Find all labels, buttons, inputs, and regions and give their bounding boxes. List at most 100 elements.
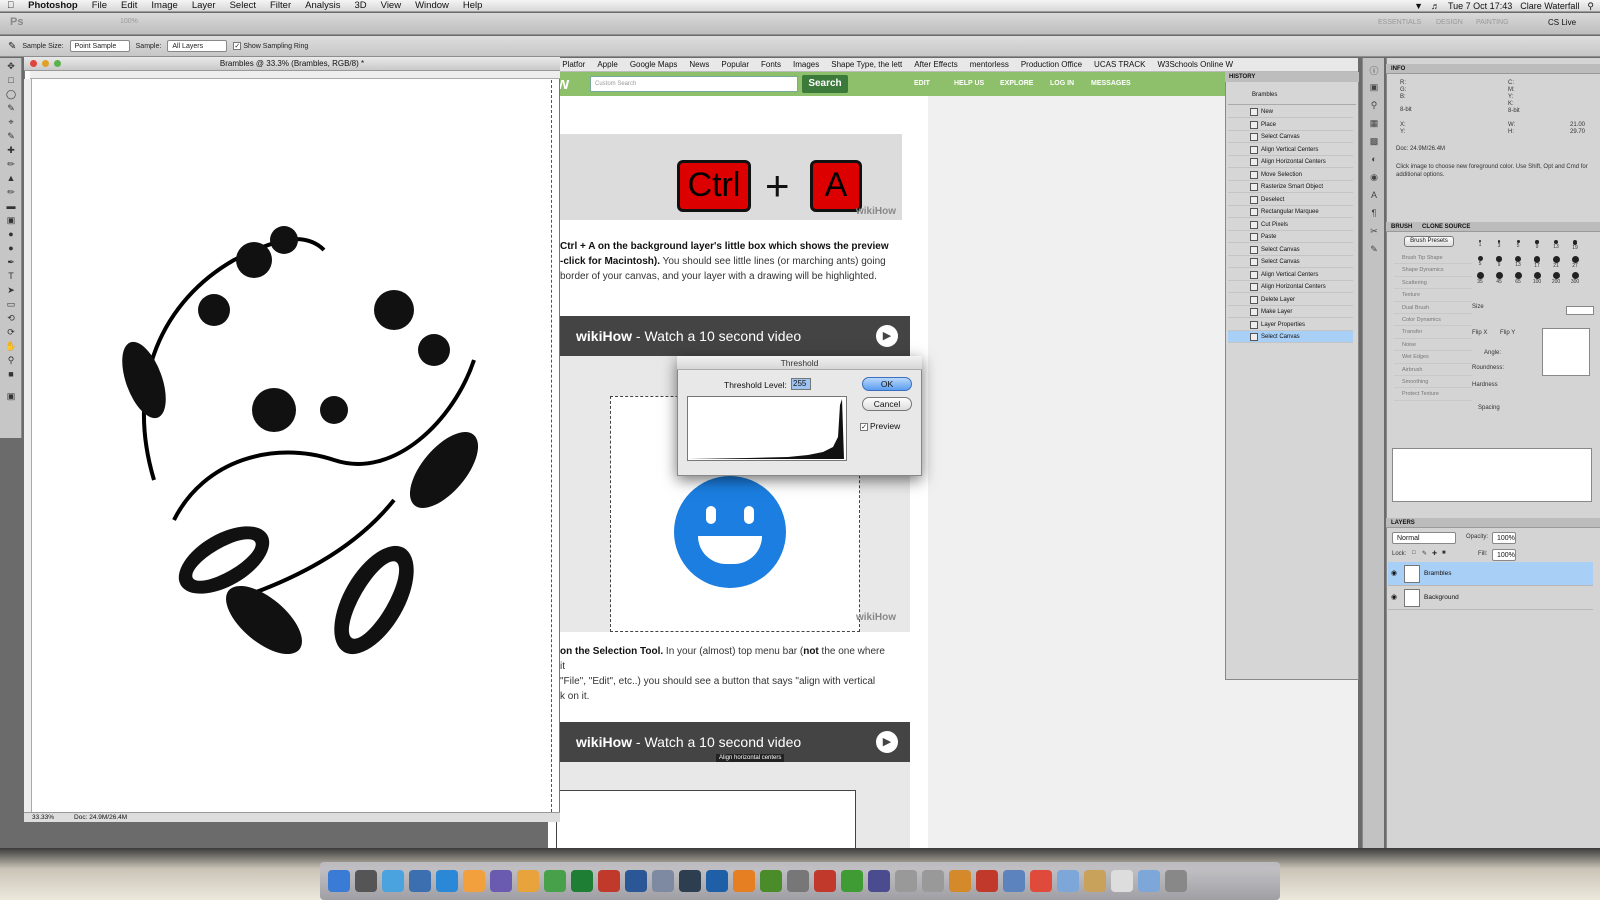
type-tool-icon[interactable]: T: [4, 270, 18, 282]
brush-option-item[interactable]: Protect Texture: [1394, 388, 1472, 401]
bookmark-after-effects[interactable]: After Effects: [914, 60, 957, 69]
doc-size-readout[interactable]: Doc: 24.9M/26.4M: [74, 813, 127, 822]
blend-mode-select[interactable]: Normal: [1392, 532, 1456, 544]
brush-tip-swatch[interactable]: 3: [1491, 240, 1507, 255]
dock-icon-trash[interactable]: Trash: [1165, 870, 1187, 892]
threshold-level-input[interactable]: 255: [791, 378, 811, 390]
nav-edit[interactable]: EDIT: [914, 80, 930, 87]
paragraph-panel-icon[interactable]: ¶: [1367, 208, 1381, 220]
dock-icon-sparkle[interactable]: Sparkle: [463, 870, 485, 892]
dock-icon-dreamweaver[interactable]: Dreamweaver: [760, 870, 782, 892]
brush-size-input[interactable]: [1566, 306, 1594, 315]
layer-row-brambles[interactable]: ◉ Brambles: [1388, 562, 1593, 586]
brush-tip-swatch[interactable]: 200: [1548, 272, 1564, 287]
bookmark-production-office[interactable]: Production Office: [1021, 60, 1082, 69]
masks-panel-icon[interactable]: ◉: [1367, 172, 1381, 184]
dock-icon-imovie[interactable]: iMovie: [490, 870, 512, 892]
history-item[interactable]: Layer Properties: [1228, 319, 1353, 331]
history-item[interactable]: Make Layer: [1228, 306, 1353, 318]
layer-row-background[interactable]: ◉ Background: [1388, 586, 1593, 610]
brush-presets-button[interactable]: Brush Presets: [1404, 236, 1454, 247]
brush-option-item[interactable]: Airbrush: [1394, 364, 1472, 376]
spotlight-icon[interactable]: ⚲: [1587, 1, 1594, 12]
brush-option-item[interactable]: Brush Tip Shape: [1394, 252, 1472, 265]
visibility-eye-icon[interactable]: ◉: [1391, 562, 1397, 586]
path-select-tool-icon[interactable]: ➤: [4, 284, 18, 296]
menu-layer[interactable]: Layer: [185, 0, 223, 11]
brush-tip-swatch[interactable]: 27: [1567, 256, 1583, 271]
brush-tip-swatch[interactable]: 9: [1491, 256, 1507, 271]
histogram-panel-icon[interactable]: ▣: [1367, 82, 1381, 94]
history-item[interactable]: Select Canvas: [1228, 131, 1353, 143]
bookmark-shape-type[interactable]: Shape Type, the lett: [831, 60, 902, 69]
cs-live-button[interactable]: CS Live: [1548, 18, 1576, 27]
threshold-dialog-title[interactable]: Threshold: [677, 356, 922, 370]
brush-tip-swatch[interactable]: 300: [1567, 272, 1583, 287]
lock-all-icon[interactable]: ■: [1442, 550, 1446, 556]
site-search-button[interactable]: Search: [802, 75, 848, 93]
history-item[interactable]: Place: [1228, 119, 1353, 131]
nav-help-us[interactable]: HELP US: [954, 80, 984, 87]
history-item[interactable]: Select Canvas: [1228, 331, 1353, 343]
bookmark-popular[interactable]: Popular: [721, 60, 749, 69]
brush-tip-swatch[interactable]: 17: [1529, 256, 1545, 271]
brush-tip-swatch[interactable]: 9: [1529, 240, 1545, 255]
menu-help[interactable]: Help: [456, 0, 490, 11]
history-item[interactable]: New: [1228, 106, 1353, 118]
zoom-level[interactable]: 100%: [120, 18, 138, 25]
horizontal-ruler[interactable]: [30, 71, 560, 79]
dock-icon-safari[interactable]: Safari: [409, 870, 431, 892]
site-search-input[interactable]: Custom Search: [590, 76, 798, 92]
brush-option-item[interactable]: Color Dynamics: [1394, 314, 1472, 327]
dock-icon-dashboard[interactable]: Dashboard: [355, 870, 377, 892]
history-item[interactable]: Select Canvas: [1228, 244, 1353, 256]
menu-analysis[interactable]: Analysis: [298, 0, 347, 11]
brush-panel-icon[interactable]: ✎: [1367, 244, 1381, 256]
hand-tool-icon[interactable]: ✋: [4, 340, 18, 352]
play-icon[interactable]: ▶: [876, 325, 898, 347]
menu-select[interactable]: Select: [223, 0, 263, 11]
brush-tip-swatch[interactable]: 100: [1529, 272, 1545, 287]
bookmark-google-maps[interactable]: Google Maps: [630, 60, 678, 69]
menu-file[interactable]: File: [85, 0, 114, 11]
sample-size-select[interactable]: Point Sample: [69, 40, 130, 52]
bookmark-apple[interactable]: Apple: [597, 60, 617, 69]
brush-tip-swatch[interactable]: 13: [1548, 240, 1564, 255]
history-item[interactable]: Align Horizontal Centers: [1228, 156, 1353, 168]
adjustments-panel-icon[interactable]: ◐: [1367, 154, 1381, 166]
brush-option-item[interactable]: Texture: [1394, 289, 1472, 302]
dock-icon-home[interactable]: Home: [1084, 870, 1106, 892]
menu-image[interactable]: Image: [144, 0, 184, 11]
workspace-painting[interactable]: PAINTING: [1476, 19, 1509, 26]
show-sampling-ring-checkbox[interactable]: ✓ Show Sampling Ring: [233, 42, 308, 50]
minimize-window-icon[interactable]: [42, 60, 49, 67]
bookmark-ucas-track[interactable]: UCAS TRACK: [1094, 60, 1145, 69]
brush-tip-swatch[interactable]: 5: [1472, 256, 1488, 271]
eyedropper-tool-icon[interactable]: ✎: [4, 130, 18, 142]
lock-transparent-icon[interactable]: □: [1412, 550, 1416, 556]
bookmark-mentorless[interactable]: mentorless: [970, 60, 1009, 69]
history-item[interactable]: Paste: [1228, 231, 1353, 243]
eyedropper-tool-icon[interactable]: ✎: [8, 41, 16, 52]
stamp-tool-icon[interactable]: ▲: [4, 172, 18, 184]
app-menu[interactable]: Photoshop: [21, 0, 85, 11]
workspace-essentials[interactable]: ESSENTIALS: [1378, 19, 1421, 26]
brush-tip-swatch[interactable]: 45: [1491, 272, 1507, 287]
3d-rotate-tool-icon[interactable]: ⟲: [4, 312, 18, 324]
brush-option-item[interactable]: Transfer: [1394, 326, 1472, 339]
brush-option-item[interactable]: Smoothing: [1394, 376, 1472, 389]
dock-icon-keynote[interactable]: Keynote: [1003, 870, 1025, 892]
dock-icon-itunes[interactable]: iTunes: [436, 870, 458, 892]
threshold-histogram[interactable]: [687, 396, 847, 461]
brush-option-item[interactable]: Dual Brush: [1394, 302, 1472, 314]
user-name[interactable]: Clare Waterfall: [1520, 1, 1579, 11]
play-icon[interactable]: ▶: [876, 731, 898, 753]
menu-edit[interactable]: Edit: [114, 0, 144, 11]
video-banner[interactable]: wikiHow - Watch a 10 second video ▶ Alig…: [556, 722, 910, 762]
navigator-panel-icon[interactable]: ⚲: [1367, 100, 1381, 112]
menu-filter[interactable]: Filter: [263, 0, 298, 11]
dock-icon-after-effects[interactable]: After Effects: [868, 870, 890, 892]
quick-select-tool-icon[interactable]: ✎: [4, 102, 18, 114]
document-title[interactable]: Brambles @ 33.3% (Brambles, RGB/8) *: [24, 57, 560, 71]
brush-tip-swatch[interactable]: 1: [1472, 240, 1488, 255]
